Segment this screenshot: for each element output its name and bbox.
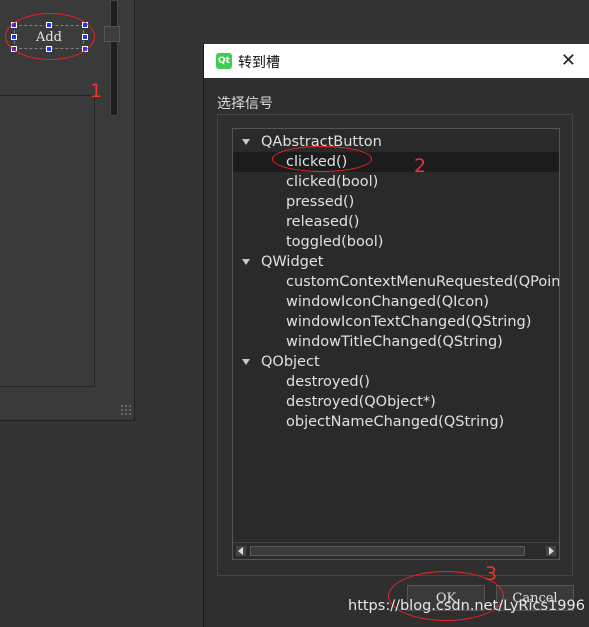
tree-item[interactable]: windowTitleChanged(QString) [233,332,559,352]
inner-frame [0,95,95,387]
signal-tree[interactable]: QAbstractButton clicked() clicked(bool) … [232,128,560,560]
tree-item-label: pressed() [286,194,355,210]
vertical-splitter[interactable] [110,0,118,116]
tree-item-label: windowTitleChanged(QString) [286,334,503,350]
scroll-left-icon[interactable] [236,546,246,556]
select-signal-label: 选择信号 [217,96,273,112]
watermark: https://blog.csdn.net/LyRics1996 [348,598,585,614]
tree-group-row[interactable]: QAbstractButton [233,132,559,152]
expand-arrow-icon[interactable] [242,359,250,365]
scrollbar-thumb[interactable] [250,546,525,556]
tree-item[interactable]: pressed() [233,192,559,212]
resize-grip-icon[interactable] [120,404,132,416]
tree-item-label: clicked(bool) [286,174,379,190]
tree-item[interactable]: destroyed(QObject*) [233,392,559,412]
tree-item[interactable]: released() [233,212,559,232]
qt-app-icon: Qt [216,53,232,69]
splitter-handle[interactable] [104,26,120,42]
annotation-number: 1 [90,80,103,102]
tree-group-label: QWidget [261,254,324,270]
expand-arrow-icon[interactable] [242,139,250,145]
tree-item-label: destroyed(QObject*) [286,394,436,410]
tree-item-label: toggled(bool) [286,234,384,250]
expand-arrow-icon[interactable] [242,259,250,265]
tree-group-row[interactable]: QWidget [233,252,559,272]
annotation-number: 3 [485,563,498,585]
tree-item[interactable]: customContextMenuRequested(QPoint [233,272,559,292]
annotation-ellipse-clicked [272,146,372,172]
annotation-ellipse-add [5,13,95,60]
tree-item-label: destroyed() [286,374,370,390]
tree-group-row[interactable]: QObject [233,352,559,372]
tree-item[interactable]: toggled(bool) [233,232,559,252]
tree-group-label: QObject [261,354,320,370]
dialog-titlebar[interactable]: Qt 转到槽 ✕ [204,44,589,78]
scroll-right-icon[interactable] [546,546,556,556]
horizontal-scrollbar[interactable] [233,542,559,559]
annotation-number: 2 [414,155,427,177]
close-icon[interactable]: ✕ [561,51,576,71]
tree-item-label: windowIconTextChanged(QString) [286,314,532,330]
tree-item[interactable]: windowIconTextChanged(QString) [233,312,559,332]
tree-item[interactable]: destroyed() [233,372,559,392]
tree-item-label: windowIconChanged(QIcon) [286,294,490,310]
dialog-title: 转到槽 [238,55,280,71]
tree-item[interactable]: clicked(bool) [233,172,559,192]
tree-item[interactable]: objectNameChanged(QString) [233,412,559,432]
go-to-slot-dialog: Qt 转到槽 ✕ 选择信号 QAbstractButton clicked() … [203,44,589,627]
tree-item-label: released() [286,214,360,230]
tree-item[interactable]: windowIconChanged(QIcon) [233,292,559,312]
tree-item-label: customContextMenuRequested(QPoint [286,274,560,290]
tree-item-label: objectNameChanged(QString) [286,414,505,430]
